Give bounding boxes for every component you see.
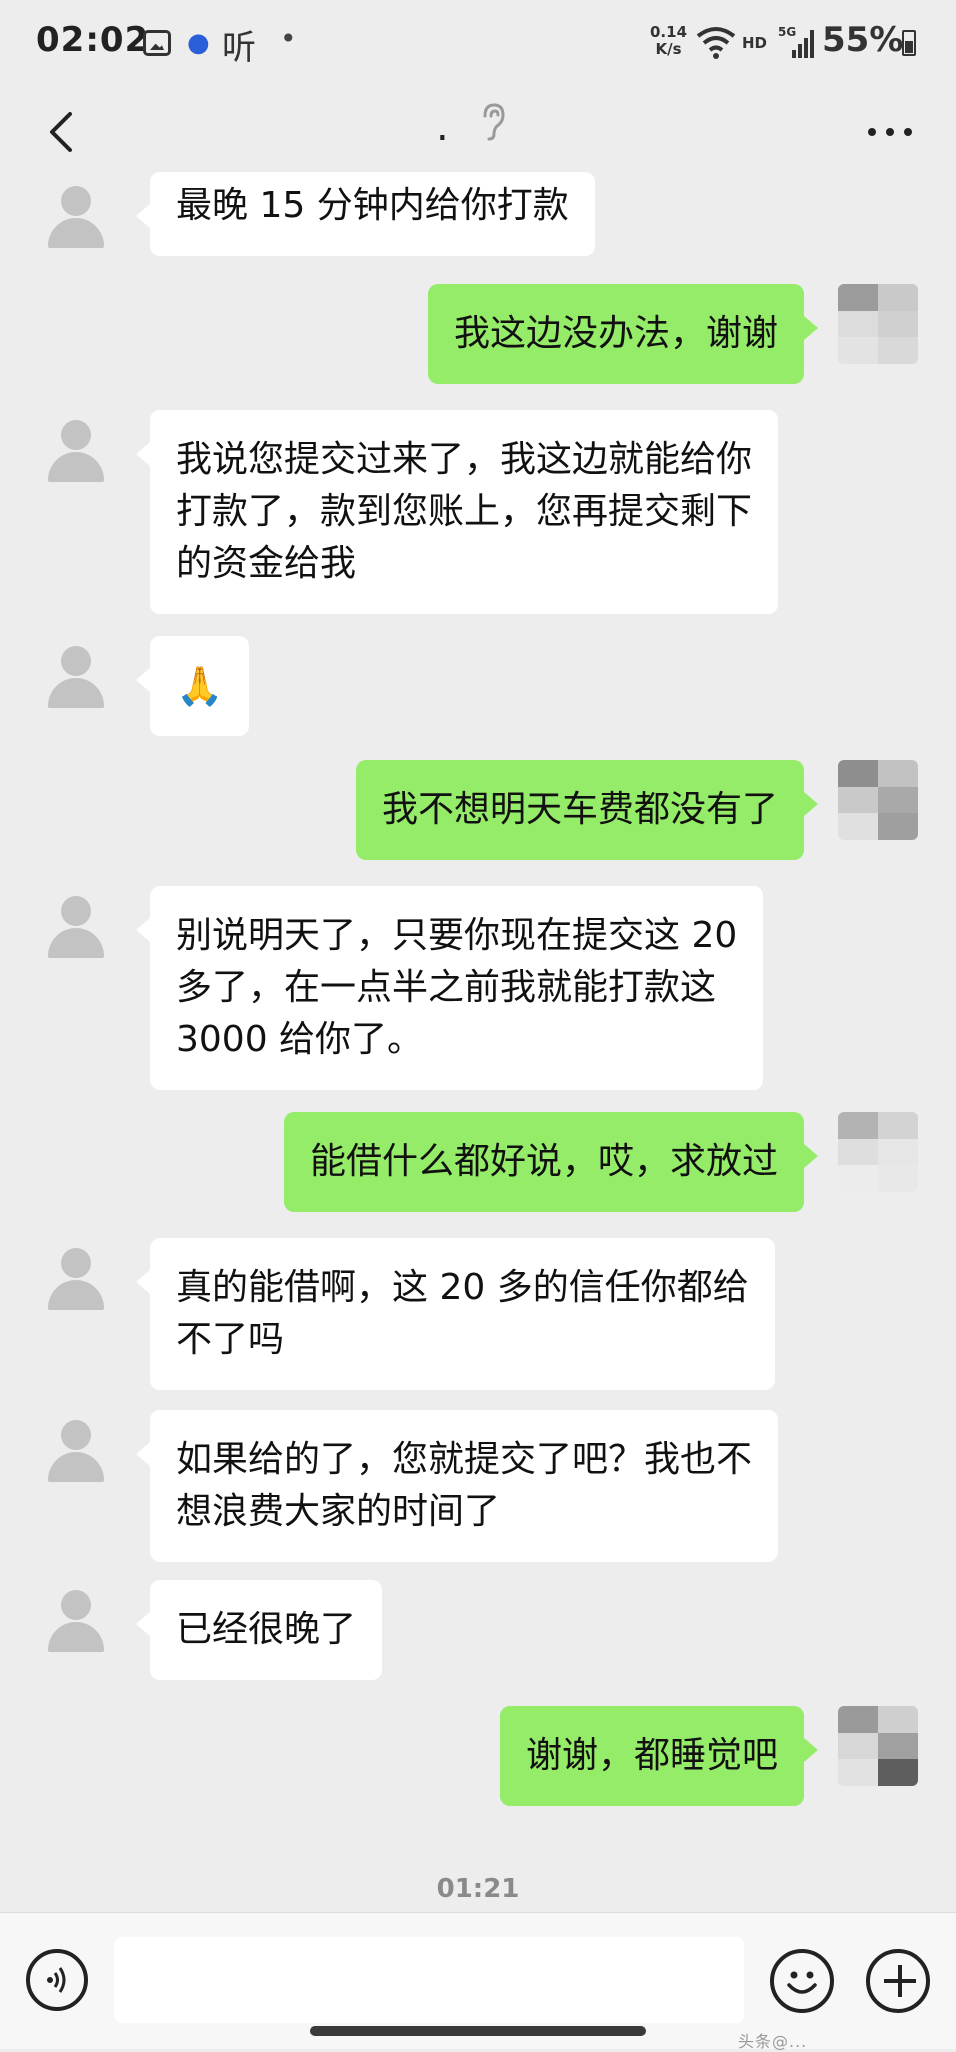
- signal-icon: 5G: [778, 25, 814, 58]
- message-timestamp: 01:21: [436, 1874, 520, 1904]
- message-input[interactable]: [114, 1937, 744, 2023]
- paw-icon: ●: [187, 28, 210, 58]
- net-speed-unit: K/s: [655, 40, 682, 58]
- status-bar: 02:02 ● 听 • 0.14 K/s HD 5G 55%: [0, 0, 956, 88]
- net-speed-value: 0.14: [650, 23, 688, 41]
- contact-avatar[interactable]: [36, 886, 116, 966]
- pray-emoji-bubble[interactable]: 🙏: [135, 636, 250, 736]
- incoming-message-bubble[interactable]: 别说明天了，只要你现在提交这 20 多了，在一点半之前我就能打款这 3000 给…: [135, 886, 764, 1090]
- chat-header: .: [0, 88, 956, 180]
- emoji-icon[interactable]: [770, 1949, 834, 2013]
- contact-avatar[interactable]: [36, 636, 116, 716]
- more-options-icon[interactable]: [862, 102, 922, 162]
- self-avatar[interactable]: [838, 760, 918, 840]
- outgoing-message-bubble[interactable]: 谢谢，都睡觉吧: [499, 1706, 819, 1806]
- self-avatar[interactable]: [838, 1112, 918, 1192]
- incoming-message-bubble[interactable]: 已经很晚了: [135, 1580, 383, 1680]
- incoming-message-bubble[interactable]: 真的能借啊，这 20 多的信任你都给 不了吗: [136, 1238, 775, 1390]
- contact-avatar[interactable]: [36, 176, 116, 256]
- watermark: 头条@...: [738, 2032, 808, 2051]
- home-indicator[interactable]: [310, 2026, 646, 2036]
- outgoing-message-bubble[interactable]: 我不想明天车费都没有了: [355, 760, 819, 860]
- contact-avatar[interactable]: [36, 1410, 116, 1490]
- battery-percent: 55%: [822, 20, 904, 60]
- contact-avatar[interactable]: [36, 410, 116, 490]
- add-attachment-icon[interactable]: [866, 1949, 930, 2013]
- earpiece-mode-icon: [483, 103, 505, 141]
- contact-avatar[interactable]: [36, 1580, 116, 1660]
- battery-icon: [902, 30, 916, 56]
- contact-avatar[interactable]: [36, 1238, 116, 1318]
- self-avatar[interactable]: [838, 1706, 918, 1786]
- incoming-message-bubble[interactable]: 如果给的了，您就提交了吧？我也不 想浪费大家的时间了: [135, 1410, 779, 1562]
- status-time: 02:02: [36, 20, 150, 60]
- hd-indicator: HD: [742, 34, 768, 52]
- chat-title: .: [436, 104, 449, 150]
- notification-dot: •: [280, 22, 297, 55]
- voice-input-icon[interactable]: [26, 1949, 88, 2011]
- net-speed: 0.14 K/s: [650, 24, 687, 58]
- outgoing-message-bubble[interactable]: 能借什么都好说，哎，求放过: [283, 1112, 819, 1212]
- outgoing-message-bubble[interactable]: 我这边没办法，谢谢: [427, 284, 819, 384]
- wifi-icon: [696, 27, 736, 59]
- gallery-icon: [143, 30, 171, 56]
- self-avatar[interactable]: [838, 284, 918, 364]
- network-type: 5G: [778, 25, 796, 39]
- listen-app-icon: 听: [222, 28, 256, 68]
- incoming-message-bubble[interactable]: 我说您提交过来了，我这边就能给你 打款了，款到您账上，您再提交剩下 的资金给我: [135, 410, 779, 614]
- back-arrow-icon[interactable]: [34, 102, 94, 162]
- incoming-message-bubble[interactable]: 最晚 15 分钟内给你打款: [136, 172, 595, 256]
